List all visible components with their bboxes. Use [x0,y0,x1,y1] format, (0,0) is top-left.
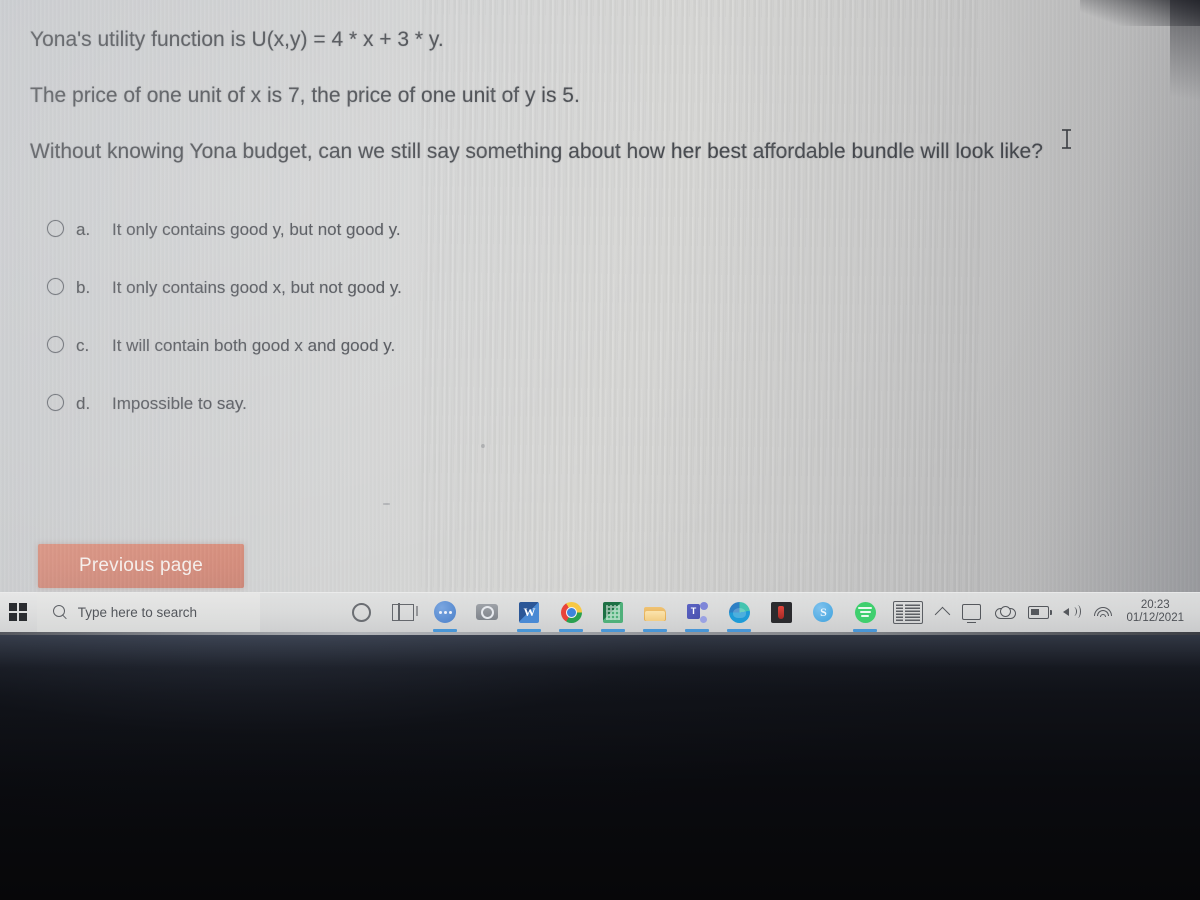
tray-news-weather[interactable] [886,592,930,632]
laptop-logo-ghost [565,677,655,707]
question-line-3: Without knowing Yona budget, can we stil… [30,140,1043,163]
windows-logo-icon [9,603,28,621]
option-row-b[interactable]: b. It only contains good x, but not good… [47,276,402,334]
taskbar-item-skype[interactable]: S [802,592,844,632]
taskbar-search-box[interactable]: Type here to search [36,592,261,632]
tray-onedrive[interactable] [988,592,1021,632]
tray-battery[interactable] [1021,592,1056,632]
option-text-a: It only contains good y, but not good y. [112,220,401,239]
teams-icon: T [686,601,708,623]
radio-button-d[interactable] [47,394,64,411]
dust-speck [481,444,485,448]
option-letter-c: c. [76,336,90,355]
camera-icon [476,604,499,620]
task-view-icon [392,602,419,622]
taskbar-item-file-explorer[interactable] [634,592,676,632]
taskbar-item-edge[interactable] [718,592,760,632]
tray-volume[interactable] [1056,592,1087,632]
option-row-d[interactable]: d. Impossible to say. [47,392,402,450]
spotify-icon [854,601,876,623]
option-letter-a: a. [76,220,91,239]
tray-show-hidden-icons[interactable] [930,592,955,632]
taskbar-item-excel[interactable] [592,592,634,632]
taskbar-item-camera[interactable] [466,592,508,632]
cortana-icon [351,602,371,622]
radio-button-c[interactable] [47,336,64,353]
answer-options-list: a. It only contains good y, but not good… [47,218,402,450]
question-line-2: The price of one unit of x is 7, the pri… [30,84,580,107]
taskbar-item-teams[interactable]: T [676,592,718,632]
taskbar-item-chrome[interactable] [550,592,592,632]
edge-icon [728,601,750,623]
screenshot-root: Yona's utility function is U(x,y) = 4 * … [0,0,1200,900]
onedrive-cloud-icon [995,605,1017,619]
chevron-up-icon [935,606,951,622]
quiz-content: Yona's utility function is U(x,y) = 4 * … [0,0,1200,588]
tray-network[interactable] [1087,592,1118,632]
option-row-a[interactable]: a. It only contains good y, but not good… [47,218,402,276]
taskbar-item-task-view[interactable] [382,592,424,632]
volume-icon [1063,605,1082,619]
wifi-icon [1093,606,1112,619]
dust-speck [383,503,390,505]
chrome-icon [560,601,582,623]
red-app-icon [770,601,792,623]
taskbar-app-icons: W T S [340,592,886,632]
taskbar-item-red-app[interactable] [760,592,802,632]
display-icon [962,604,982,623]
system-tray: 20:23 01/12/2021 [886,592,1200,632]
word-icon: W [519,601,540,623]
taskbar-item-spotify[interactable] [844,592,886,632]
option-text-c: It will contain both good x and good y. [112,336,396,355]
taskbar-item-messenger[interactable] [424,592,466,632]
previous-page-button[interactable]: Previous page [38,544,244,588]
taskbar-clock[interactable]: 20:23 01/12/2021 [1118,592,1194,632]
excel-icon [603,601,624,623]
skype-icon: S [813,602,834,622]
news-weather-icon [893,600,924,624]
option-text-b: It only contains good x, but not good y. [112,278,402,297]
option-text-d: Impossible to say. [112,394,247,413]
radio-button-b[interactable] [47,278,64,295]
battery-icon [1028,605,1052,619]
messenger-icon [434,601,457,623]
search-icon [52,604,68,620]
option-row-c[interactable]: c. It will contain both good x and good … [47,334,402,392]
windows-taskbar: Type here to search W T S 20:23 01/12/20… [0,592,1200,632]
radio-button-a[interactable] [47,220,64,237]
clock-time: 20:23 [1140,599,1170,611]
search-input-placeholder: Type here to search [77,604,198,620]
below-screen-dark-area [0,632,1200,900]
start-button[interactable] [0,592,37,632]
tray-display[interactable] [955,592,988,632]
file-explorer-icon [644,604,667,621]
clock-date: 01/12/2021 [1126,612,1184,624]
taskbar-item-cortana[interactable] [340,592,382,632]
option-letter-b: b. [76,278,91,297]
option-letter-d: d. [76,394,91,413]
taskbar-item-word[interactable]: W [508,592,550,632]
question-line-1: Yona's utility function is U(x,y) = 4 * … [30,28,444,51]
laptop-screen: Yona's utility function is U(x,y) = 4 * … [0,0,1200,632]
